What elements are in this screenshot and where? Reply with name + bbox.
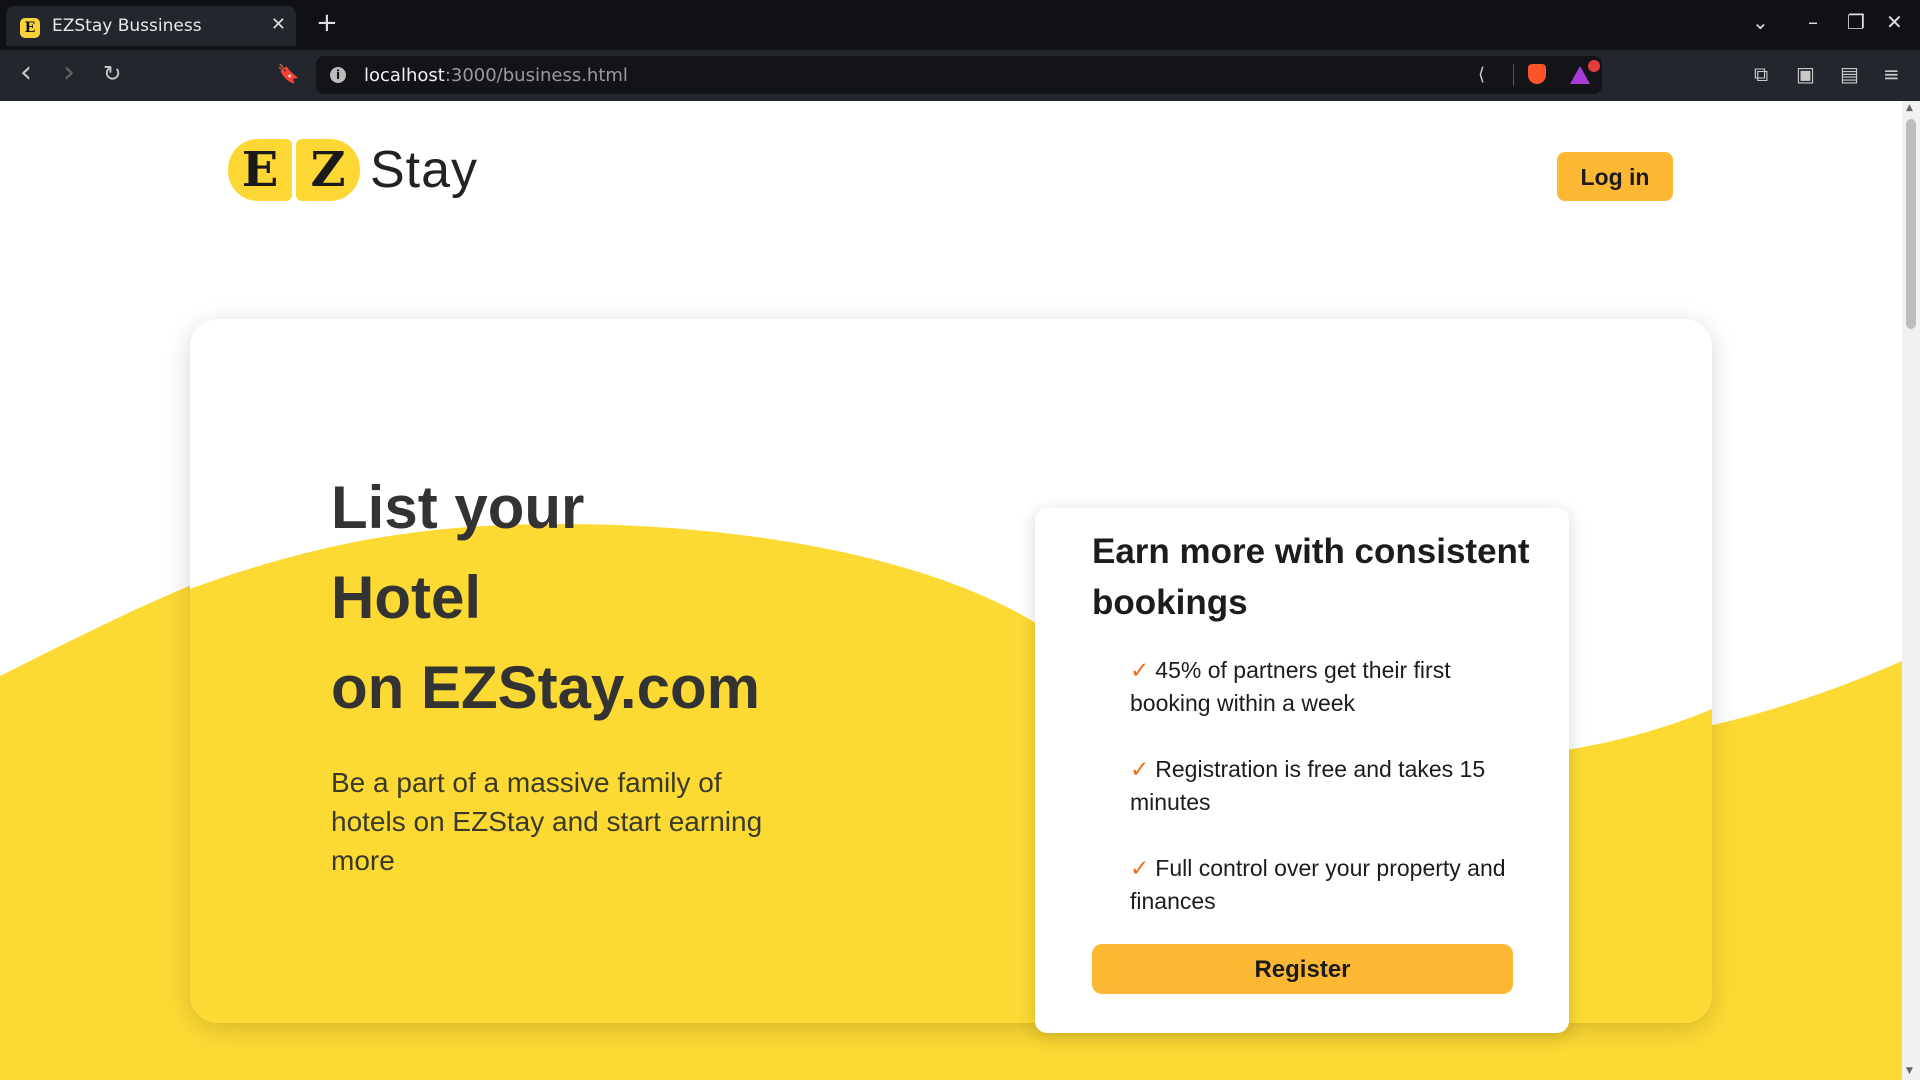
url-text[interactable]: localhost:3000/business.html <box>364 65 628 86</box>
browser-tab-strip: E EZStay Bussiness ✕ + ⌄ – ❐ ✕ <box>0 0 1920 50</box>
url-path: :3000/business.html <box>444 65 628 86</box>
logo-letter-z: Z <box>296 139 360 201</box>
close-tab-icon[interactable]: ✕ <box>271 14 286 35</box>
list-item: ✓ 45% of partners get their first booking… <box>1130 654 1530 720</box>
site-info-icon[interactable]: i <box>330 67 346 83</box>
rewards-badge <box>1588 60 1600 72</box>
logo-wordmark: Stay <box>370 141 479 199</box>
reload-icon[interactable]: ↻ <box>103 62 121 87</box>
minimize-icon[interactable]: – <box>1808 10 1818 34</box>
brave-rewards-icon[interactable] <box>1570 66 1590 84</box>
scroll-thumb[interactable] <box>1906 119 1916 329</box>
check-icon: ✓ <box>1130 657 1150 683</box>
browser-toolbar: ‹ › ↻ 🔖 i localhost:3000/business.html ⟨… <box>0 50 1920 102</box>
tab-list-dropdown-icon[interactable]: ⌄ <box>1752 10 1769 34</box>
hero-subtitle: Be a part of a massive family of hotels … <box>331 767 763 876</box>
favicon-icon: E <box>20 18 40 38</box>
check-icon: ✓ <box>1130 855 1150 881</box>
extensions-icon[interactable]: ⧉ <box>1754 62 1768 86</box>
hero-title-line-1: List your <box>331 474 585 541</box>
page-scrollbar[interactable]: ▲ ▼ <box>1902 101 1920 1080</box>
browser-tab[interactable]: E EZStay Bussiness ✕ <box>6 6 296 46</box>
menu-icon[interactable]: ≡ <box>1883 62 1900 86</box>
register-button[interactable]: Register <box>1092 944 1513 994</box>
page-viewport: E Z Stay Log in List your Hotel on EZSta… <box>0 101 1902 1080</box>
benefits-list: ✓ 45% of partners get their first booking… <box>1130 654 1530 951</box>
tab-title: EZStay Bussiness <box>52 16 202 36</box>
scroll-down-icon[interactable]: ▼ <box>1906 1066 1913 1076</box>
hero-title-line-2: Hotel <box>331 564 481 631</box>
panel-title: Earn more with consistent bookings <box>1092 532 1530 622</box>
benefits-panel: Earn more with consistent bookings ✓ 45% … <box>1035 508 1569 1033</box>
hero-title: List your Hotel on EZStay.com <box>331 463 760 733</box>
new-tab-icon[interactable]: + <box>316 8 338 38</box>
address-divider <box>1513 64 1514 86</box>
check-icon: ✓ <box>1130 756 1150 782</box>
back-icon[interactable]: ‹ <box>20 55 32 90</box>
list-item: ✓ Full control over your property and fin… <box>1130 852 1530 918</box>
benefit-text: 45% of partners get their first booking … <box>1130 657 1451 716</box>
hero-title-line-3: on EZStay.com <box>331 654 760 721</box>
logo-letter-e: E <box>228 139 292 201</box>
brave-shield-icon[interactable] <box>1528 64 1546 84</box>
close-window-icon[interactable]: ✕ <box>1886 10 1903 34</box>
sidebar-icon[interactable]: ▣ <box>1796 62 1815 86</box>
share-icon[interactable]: ⟨ <box>1478 64 1485 85</box>
restore-icon[interactable]: ❐ <box>1847 10 1865 34</box>
list-item: ✓ Registration is free and takes 15 minut… <box>1130 753 1530 819</box>
url-host: localhost <box>364 65 445 86</box>
benefit-text: Registration is free and takes 15 minute… <box>1130 756 1486 815</box>
benefit-text: Full control over your property and fina… <box>1130 855 1506 914</box>
forward-icon[interactable]: › <box>63 55 75 90</box>
login-button[interactable]: Log in <box>1557 152 1673 201</box>
scroll-up-icon[interactable]: ▲ <box>1906 103 1913 113</box>
bookmark-icon[interactable]: 🔖 <box>277 64 299 85</box>
wallet-icon[interactable]: ▤ <box>1840 62 1859 86</box>
address-bar[interactable]: i localhost:3000/business.html ⟨ <box>316 56 1602 94</box>
